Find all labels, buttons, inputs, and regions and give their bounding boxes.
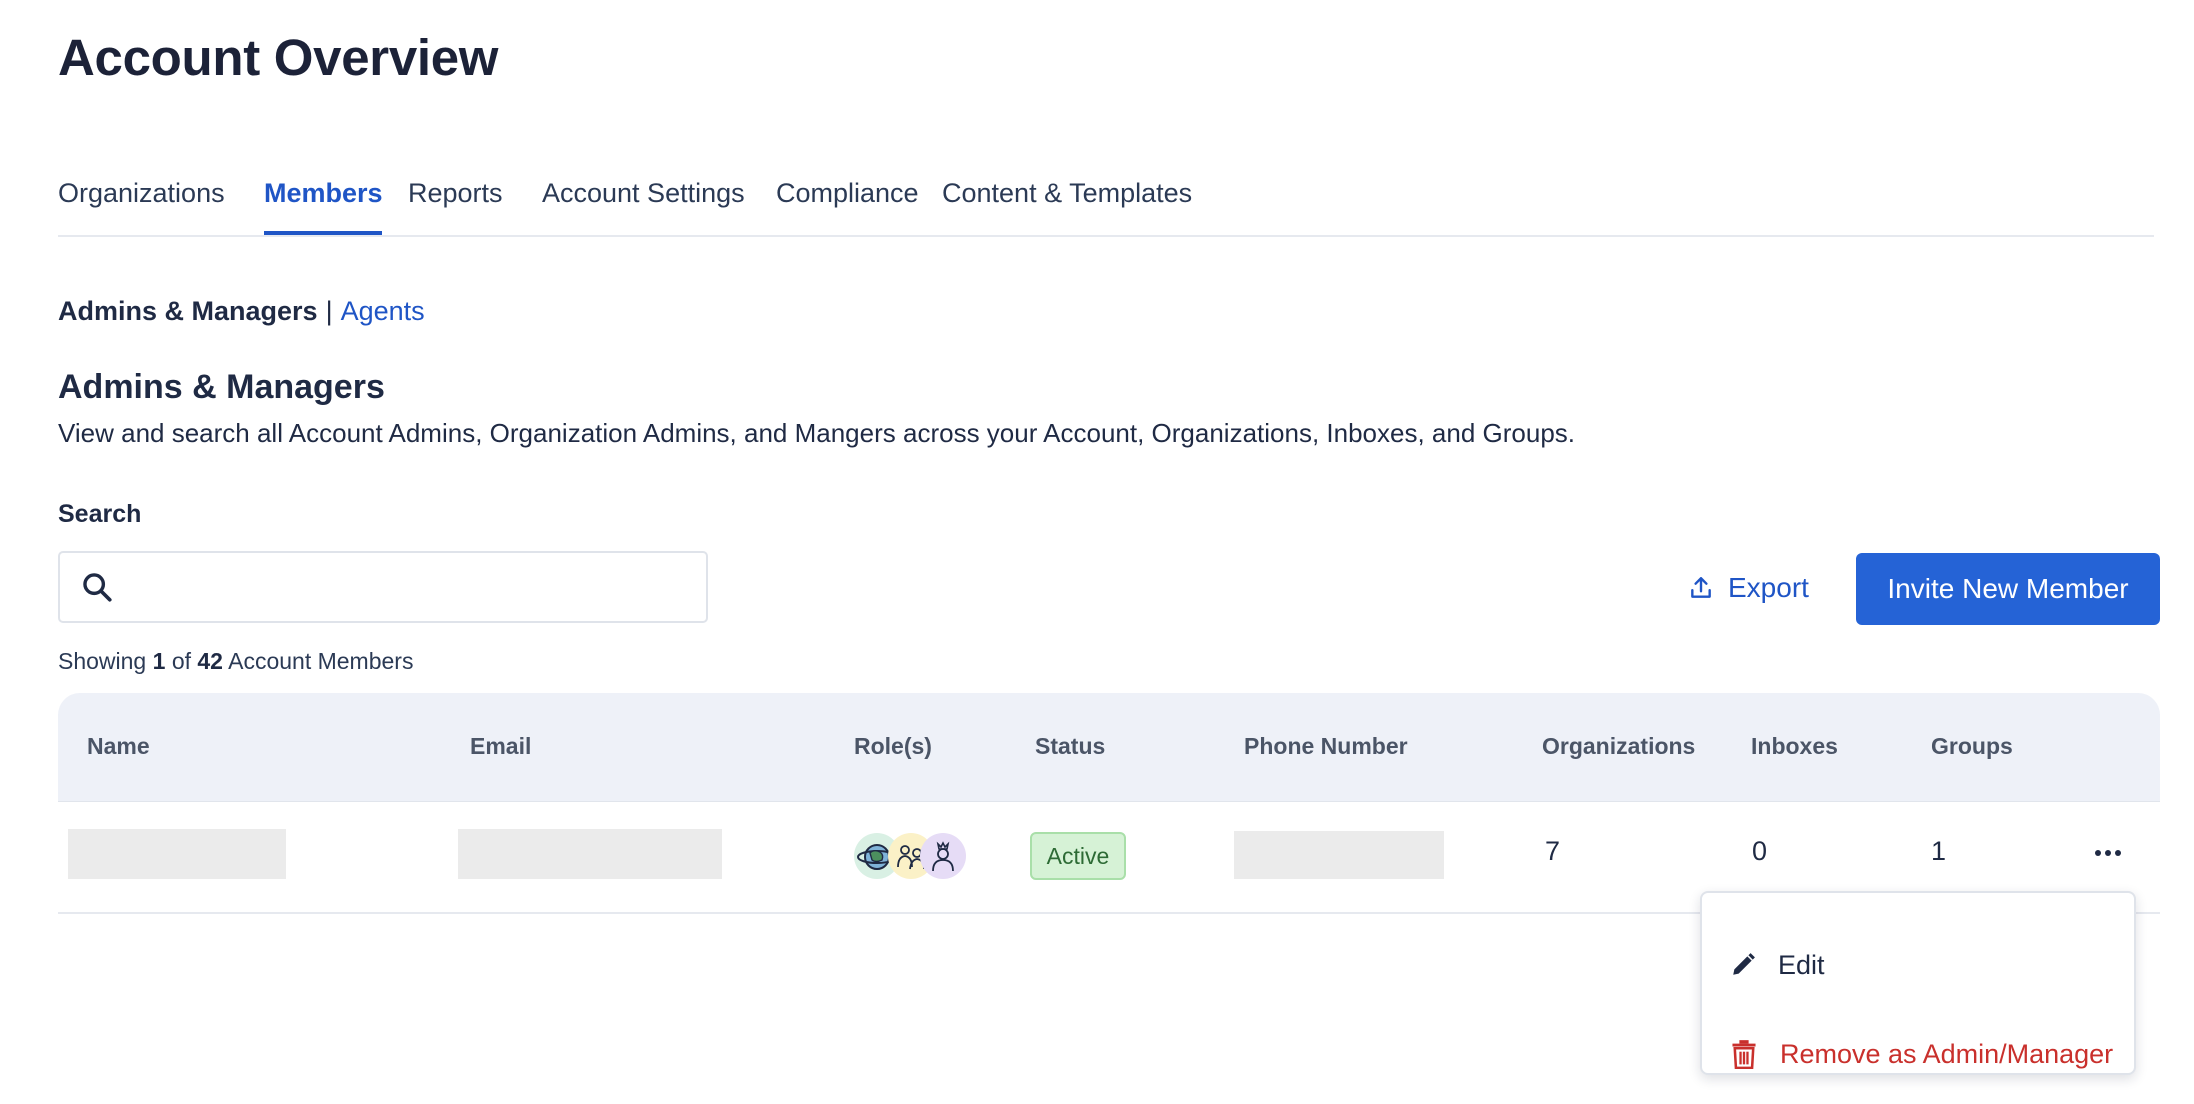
column-header-roles: Role(s) [854, 733, 932, 759]
tab-account-settings[interactable]: Account Settings [542, 178, 745, 209]
trash-icon [1732, 1040, 1756, 1069]
more-dot [2095, 850, 2101, 856]
pencil-icon [1733, 953, 1755, 975]
column-header-inboxes: Inboxes [1751, 733, 1838, 759]
active-tab-indicator [264, 231, 382, 235]
section-description: View and search all Account Admins, Orga… [58, 418, 1576, 448]
page-title: Account Overview [58, 29, 499, 86]
tab-bar: Organizations Members Reports Account Se… [58, 160, 2154, 237]
tab-compliance[interactable]: Compliance [776, 178, 919, 209]
inboxes-count: 0 [1752, 836, 1768, 866]
tab-members[interactable]: Members [264, 178, 383, 209]
phone-cell-redacted [1234, 831, 1444, 879]
tab-reports[interactable]: Reports [408, 178, 503, 209]
results-shown: 1 [152, 648, 166, 674]
results-count: Showing 1 of 42 Account Members [58, 648, 413, 675]
manager-avatar [920, 833, 966, 879]
row-actions-menu: Edit Remove as Admin/Manager [1700, 891, 2136, 1075]
members-subnav: Admins & Managers | Agents [58, 296, 425, 327]
column-header-groups: Groups [1931, 733, 2013, 759]
results-prefix: Showing [58, 648, 147, 674]
column-header-email: Email [470, 733, 532, 759]
table-header: Name Email Role(s) Status Phone Number O… [58, 693, 2160, 801]
column-header-organizations: Organizations [1542, 733, 1696, 759]
tab-organizations[interactable]: Organizations [58, 178, 225, 209]
search-input[interactable] [132, 553, 696, 623]
status-badge: Active [1030, 832, 1126, 880]
results-total: 42 [197, 648, 223, 674]
subnav-admins-managers: Admins & Managers [58, 296, 318, 326]
email-cell-redacted [458, 829, 722, 879]
export-button[interactable]: Export [1688, 553, 1809, 623]
menu-item-remove-label: Remove as Admin/Manager [1780, 1038, 2114, 1069]
results-of: of [171, 648, 191, 674]
menu-item-edit-label: Edit [1778, 949, 1825, 980]
menu-item-edit[interactable]: Edit [1730, 940, 1825, 990]
name-cell-redacted [68, 829, 286, 879]
more-dot [2115, 850, 2121, 856]
export-label: Export [1728, 572, 1809, 603]
organizations-count: 7 [1545, 836, 1561, 866]
menu-item-remove-admin-manager[interactable]: Remove as Admin/Manager [1730, 1029, 2113, 1079]
results-suffix: Account Members [228, 648, 414, 674]
column-header-name: Name [87, 733, 150, 759]
search-icon [83, 573, 112, 602]
row-actions-menu-button[interactable] [2088, 838, 2128, 868]
column-header-phone: Phone Number [1244, 733, 1408, 759]
section-title: Admins & Managers [58, 368, 385, 406]
search-label: Search [58, 500, 142, 528]
more-dot [2105, 850, 2111, 856]
search-box[interactable] [58, 551, 708, 623]
roles-avatars [854, 833, 966, 879]
upload-icon [1691, 577, 1711, 598]
groups-count: 1 [1931, 836, 1947, 866]
subnav-agents-link[interactable]: Agents [341, 296, 425, 326]
column-header-status: Status [1035, 733, 1106, 759]
invite-new-member-button[interactable]: Invite New Member [1856, 553, 2160, 625]
tab-content-templates[interactable]: Content & Templates [942, 178, 1192, 209]
subnav-separator: | [325, 296, 333, 326]
